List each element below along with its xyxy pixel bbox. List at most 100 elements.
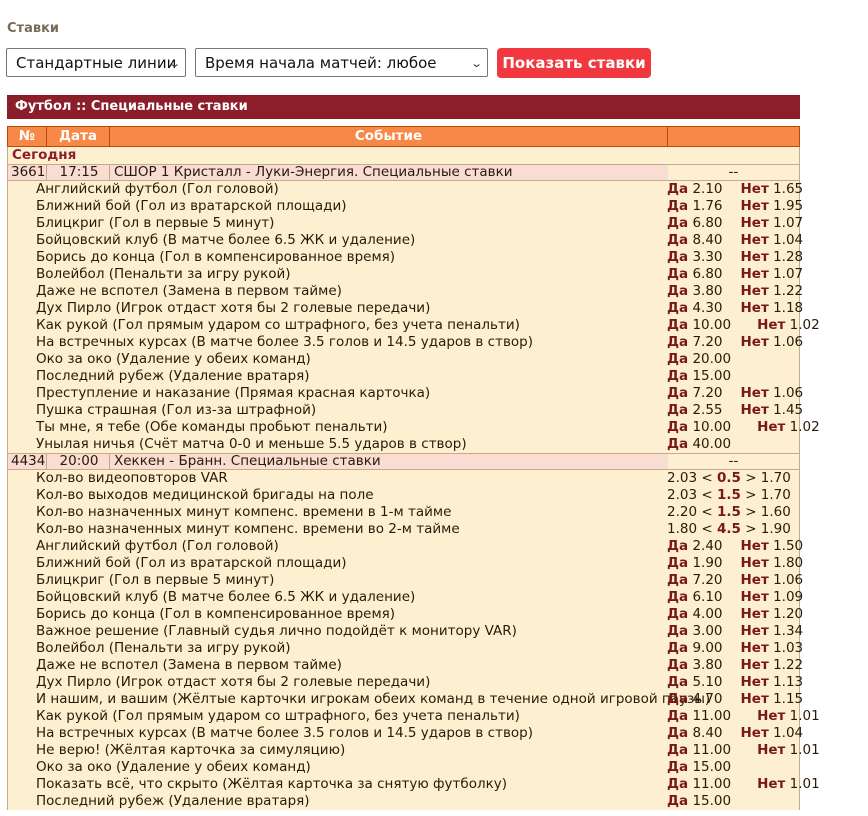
no-odd[interactable]: 1.02 bbox=[790, 317, 820, 333]
yes-odd[interactable]: 3.80 bbox=[692, 657, 722, 673]
under-odd[interactable]: 2.03 bbox=[667, 470, 697, 486]
over-odd[interactable]: 1.70 bbox=[761, 470, 791, 486]
no-odd[interactable]: 1.03 bbox=[773, 640, 803, 656]
yes-label: Да bbox=[667, 181, 689, 197]
no-odd[interactable]: 1.07 bbox=[773, 215, 803, 231]
market-row: Дух Пирло (Игрок отдаст хотя бы 2 голевы… bbox=[7, 674, 803, 691]
no-odd[interactable]: 1.01 bbox=[790, 708, 820, 724]
no-odd[interactable]: 1.13 bbox=[773, 674, 803, 690]
greater-than-sign: > bbox=[745, 504, 757, 520]
start-time-select[interactable]: Время начала матчей: любое ⌄ bbox=[195, 48, 488, 77]
market-row: Английский футбол (Гол головой) Да 2.40 Не… bbox=[7, 538, 803, 555]
yes-odd[interactable]: 15.00 bbox=[692, 368, 731, 384]
over-odd[interactable]: 1.60 bbox=[761, 504, 791, 520]
yes-odd[interactable]: 10.00 bbox=[692, 317, 731, 333]
yes-odd[interactable]: 4.00 bbox=[692, 606, 722, 622]
no-odd[interactable]: 1.80 bbox=[773, 555, 803, 571]
yes-odd[interactable]: 7.20 bbox=[692, 334, 722, 350]
market-name: Даже не вспотел (Замена в первом тайме) bbox=[36, 283, 342, 299]
no-odd[interactable]: 1.06 bbox=[773, 385, 803, 401]
over-odd[interactable]: 1.70 bbox=[761, 487, 791, 503]
yes-odd[interactable]: 2.55 bbox=[692, 402, 722, 418]
no-label: Нет bbox=[757, 742, 786, 758]
yes-odd[interactable]: 8.40 bbox=[692, 232, 722, 248]
no-odd[interactable]: 1.09 bbox=[773, 589, 803, 605]
no-odd[interactable]: 1.95 bbox=[773, 198, 803, 214]
no-label: Нет bbox=[740, 266, 769, 282]
yes-odd[interactable]: 15.00 bbox=[692, 759, 731, 775]
yes-odd[interactable]: 6.10 bbox=[692, 589, 722, 605]
market-name: Английский футбол (Гол головой) bbox=[36, 181, 279, 197]
yes-label: Да bbox=[667, 402, 689, 418]
yes-odd[interactable]: 5.10 bbox=[692, 674, 722, 690]
market-row: Дух Пирло (Игрок отдаст хотя бы 2 голевы… bbox=[7, 300, 803, 317]
yes-odd[interactable]: 1.76 bbox=[692, 198, 722, 214]
no-odd[interactable]: 1.20 bbox=[773, 606, 803, 622]
no-odd[interactable]: 1.45 bbox=[773, 402, 803, 418]
no-odd[interactable]: 1.01 bbox=[790, 742, 820, 758]
no-odd[interactable]: 1.65 bbox=[773, 181, 803, 197]
no-odd[interactable]: 1.50 bbox=[773, 538, 803, 554]
no-odd[interactable]: 1.06 bbox=[773, 572, 803, 588]
yes-odd[interactable]: 15.00 bbox=[692, 793, 731, 809]
no-odd[interactable]: 1.28 bbox=[773, 249, 803, 265]
less-than-sign: < bbox=[701, 487, 713, 503]
no-label: Нет bbox=[740, 674, 769, 690]
show-bets-button[interactable]: Показать ставки bbox=[497, 48, 651, 78]
market-row: Последний рубеж (Удаление вратаря) Да 15.… bbox=[7, 368, 800, 385]
no-odd[interactable]: 1.02 bbox=[790, 419, 820, 435]
yes-label: Да bbox=[667, 538, 689, 554]
no-odd[interactable]: 1.34 bbox=[773, 623, 803, 639]
under-odd[interactable]: 1.80 bbox=[667, 521, 697, 537]
no-odd[interactable]: 1.22 bbox=[773, 657, 803, 673]
market-name: Последний рубеж (Удаление вратаря) bbox=[36, 793, 310, 809]
line-type-select[interactable]: Стандартные линии ⌄ bbox=[6, 48, 186, 77]
event-title[interactable]: Хеккен - Бранн. Специальные ставки bbox=[109, 454, 669, 469]
yes-odd[interactable]: 9.00 bbox=[692, 640, 722, 656]
yes-odd[interactable]: 7.20 bbox=[692, 385, 722, 401]
no-odd[interactable]: 1.22 bbox=[773, 283, 803, 299]
yes-odd[interactable]: 2.40 bbox=[692, 538, 722, 554]
yes-odd[interactable]: 1.90 bbox=[692, 555, 722, 571]
yes-odd[interactable]: 10.00 bbox=[692, 419, 731, 435]
yes-odd[interactable]: 2.10 bbox=[692, 181, 722, 197]
yes-label: Да bbox=[667, 759, 689, 775]
no-odd[interactable]: 1.01 bbox=[790, 776, 820, 792]
no-odd[interactable]: 1.06 bbox=[773, 334, 803, 350]
yes-odd[interactable]: 40.00 bbox=[692, 436, 731, 452]
no-odd[interactable]: 1.04 bbox=[773, 232, 803, 248]
no-odd[interactable]: 1.18 bbox=[773, 300, 803, 316]
total-line: 4.5 bbox=[716, 521, 741, 537]
event-title[interactable]: СШОР 1 Кристалл - Луки-Энергия. Специаль… bbox=[109, 165, 669, 180]
yes-odd[interactable]: 3.80 bbox=[692, 283, 722, 299]
yes-odd[interactable]: 7.20 bbox=[692, 572, 722, 588]
yes-odd[interactable]: 6.80 bbox=[692, 266, 722, 282]
under-odd[interactable]: 2.03 bbox=[667, 487, 697, 503]
yes-odd[interactable]: 11.00 bbox=[692, 776, 731, 792]
no-label: Нет bbox=[740, 572, 769, 588]
market-odds: Да 5.10 Нет 1.13 bbox=[667, 674, 803, 691]
market-name: На встречных курсах (В матче более 3.5 г… bbox=[36, 725, 534, 741]
yes-odd[interactable]: 6.80 bbox=[692, 215, 722, 231]
yes-odd[interactable]: 4.30 bbox=[692, 300, 722, 316]
yes-odd[interactable]: 4.70 bbox=[692, 691, 722, 707]
market-odds: Да 6.80 Нет 1.07 bbox=[667, 215, 803, 232]
market-odds: Да 6.80 Нет 1.07 bbox=[667, 266, 803, 283]
under-odd[interactable]: 2.20 bbox=[667, 504, 697, 520]
no-odd[interactable]: 1.04 bbox=[773, 725, 803, 741]
yes-label: Да bbox=[667, 283, 689, 299]
no-label: Нет bbox=[740, 589, 769, 605]
yes-odd[interactable]: 20.00 bbox=[692, 351, 731, 367]
event-number: 4434 bbox=[11, 453, 46, 469]
yes-odd[interactable]: 11.00 bbox=[692, 708, 731, 724]
no-odd[interactable]: 1.15 bbox=[773, 691, 803, 707]
no-odd[interactable]: 1.07 bbox=[773, 266, 803, 282]
yes-odd[interactable]: 11.00 bbox=[692, 742, 731, 758]
event-odds-placeholder: -- bbox=[668, 454, 799, 469]
over-odd[interactable]: 1.90 bbox=[761, 521, 791, 537]
no-label: Нет bbox=[740, 215, 769, 231]
yes-odd[interactable]: 8.40 bbox=[692, 725, 722, 741]
yes-odd[interactable]: 3.30 bbox=[692, 249, 722, 265]
market-odds: Да 40.00 bbox=[667, 436, 731, 453]
yes-odd[interactable]: 3.00 bbox=[692, 623, 722, 639]
